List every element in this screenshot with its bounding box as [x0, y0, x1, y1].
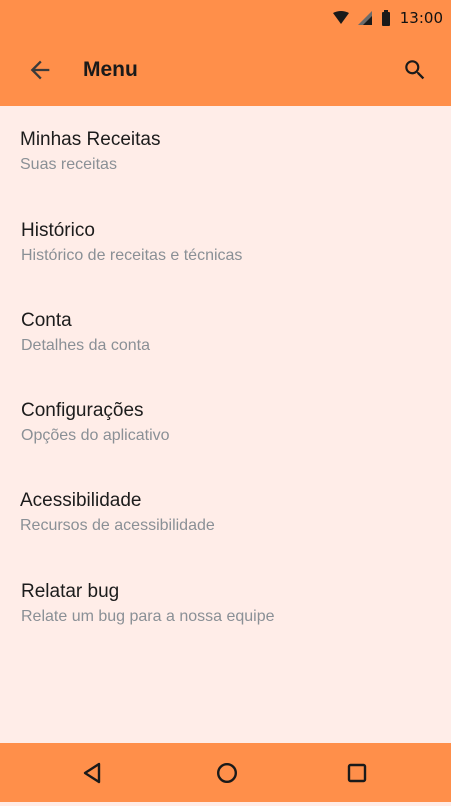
home-circle-icon [216, 762, 238, 784]
status-time: 13:00 [399, 9, 443, 27]
status-bar: 13:00 [0, 0, 451, 34]
menu-item-title: Acessibilidade [20, 490, 142, 511]
menu-item-title: Conta [21, 310, 72, 331]
search-button[interactable] [395, 50, 435, 90]
menu-item-title: Minhas Receitas [20, 129, 161, 150]
menu-item-title: Histórico [21, 220, 95, 241]
nav-recents-button[interactable] [339, 755, 375, 791]
status-icons: 13:00 [332, 8, 443, 28]
menu-item-title: Relatar bug [21, 581, 120, 602]
menu-item-acessibilidade[interactable]: Acessibilidade Recursos de acessibilidad… [0, 489, 451, 569]
back-triangle-icon [83, 762, 101, 784]
menu-item-relatar-bug[interactable]: Relatar bug Relate um bug para a nossa e… [0, 580, 451, 660]
menu-item-historico[interactable]: Histórico Histórico de receitas e técnic… [0, 219, 451, 299]
menu-item-configuracoes[interactable]: Configurações Opções do aplicativo [0, 399, 451, 479]
back-button[interactable] [20, 50, 60, 90]
nav-home-button[interactable] [209, 755, 245, 791]
menu-item-minhas-receitas[interactable]: Minhas Receitas Suas receitas [0, 128, 451, 208]
signal-icon [357, 11, 372, 25]
menu-item-subtitle: Histórico de receitas e técnicas [21, 247, 243, 264]
menu-item-title: Configurações [21, 400, 144, 421]
arrow-back-icon [30, 60, 50, 80]
menu-item-conta[interactable]: Conta Detalhes da conta [0, 309, 451, 389]
search-icon [405, 60, 425, 80]
page-title: Menu [83, 58, 138, 81]
menu-item-subtitle: Opções do aplicativo [21, 427, 170, 444]
battery-icon [381, 10, 390, 26]
wifi-icon [332, 11, 349, 24]
nav-back-button[interactable] [74, 755, 110, 791]
menu-item-subtitle: Suas receitas [20, 156, 117, 173]
recents-square-icon [347, 763, 367, 783]
navigation-bar [0, 743, 451, 802]
app-bar: Menu [0, 34, 451, 106]
menu-item-subtitle: Detalhes da conta [21, 337, 150, 354]
menu-item-subtitle: Relate um bug para a nossa equipe [21, 608, 275, 625]
menu-item-subtitle: Recursos de acessibilidade [20, 517, 215, 534]
